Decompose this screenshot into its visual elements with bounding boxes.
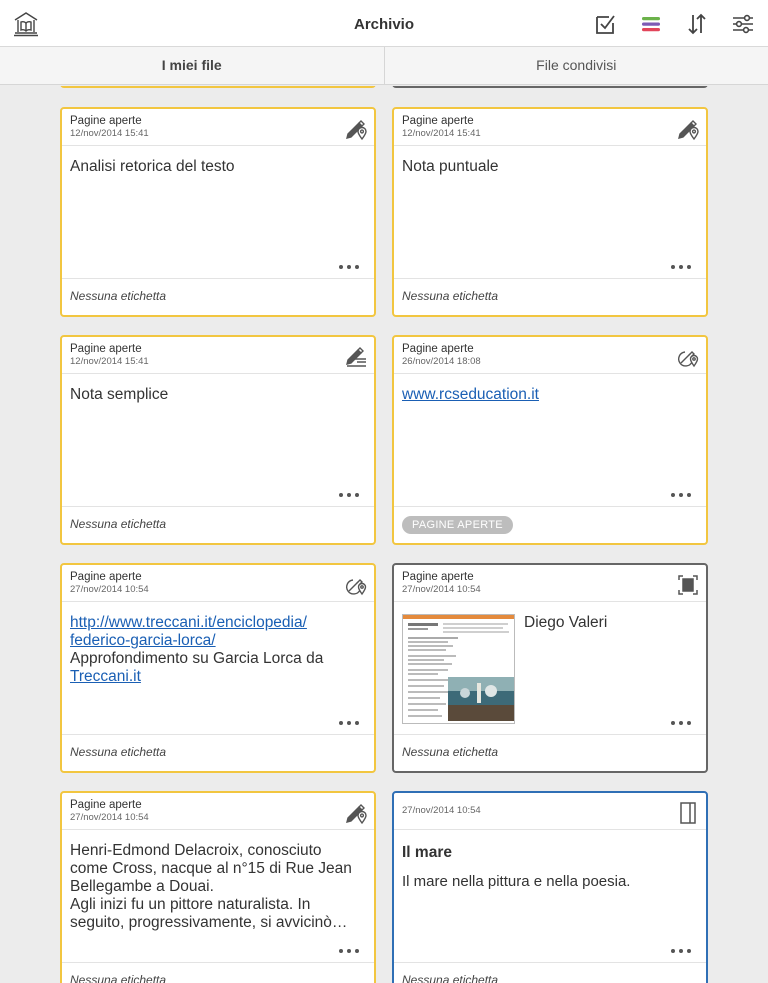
link-url-continued[interactable]: federico-garcia-lorca/ [70,632,216,649]
snapshot-card[interactable]: Pagine aperte 27/nov/2014 10:54 Diego Va… [392,563,708,773]
card-body: Il mare Il mare nella pittura e nella po… [394,830,706,962]
card-body: www.rcseducation.it [394,374,706,506]
card-source: Pagine aperte [70,115,142,127]
color-filter-icon[interactable] [637,10,665,38]
card-header: Pagine aperte 12/nov/2014 15:41 [394,109,706,146]
treccani-link[interactable]: Treccani.it [70,668,141,685]
sort-icon[interactable] [683,10,711,38]
card-footer: PAGINE APERTE [394,506,706,543]
tag-badge[interactable]: PAGINE APERTE [402,516,513,534]
top-bar: Archivio [0,0,768,47]
note-card[interactable]: Pagine aperte 12/nov/2014 15:41 Nota pun… [392,107,708,317]
more-options-icon[interactable] [670,264,692,270]
card-footer: Nessuna etichetta [62,734,374,771]
card-date: 27/nov/2014 10:54 [70,584,149,595]
card-header: Pagine aperte 27/nov/2014 10:54 [394,565,706,602]
more-options-icon[interactable] [670,948,692,954]
notebook-title: Il mare [402,844,452,861]
note-text-line: Bellegambe a Douai. [70,878,214,895]
notebook-icon [680,802,696,824]
link-url[interactable]: www.rcseducation.it [402,386,539,403]
card-body: Analisi retorica del testo [62,146,374,278]
link-url[interactable]: http://www.treccani.it/enciclopedia/ [70,614,307,631]
note-text: Approfondimento su Garcia Lorca da [70,650,324,667]
more-options-icon[interactable] [338,720,360,726]
note-text: Analisi retorica del testo [70,158,235,175]
note-card[interactable]: Pagine aperte 27/nov/2014 10:54 Henri-Ed… [60,791,376,983]
card-source: Pagine aperte [402,571,474,583]
card-header: Pagine aperte 12/nov/2014 15:41 [62,337,374,374]
filter-settings-icon[interactable] [729,10,757,38]
card-footer: Nessuna etichetta [394,278,706,315]
more-options-icon[interactable] [670,720,692,726]
card-source: Pagine aperte [402,115,474,127]
card-body: http://www.treccani.it/enciclopedia/ fed… [62,602,374,734]
pen-location-icon [346,804,367,825]
card-footer: Nessuna etichetta [62,962,374,983]
card-date: 12/nov/2014 15:41 [70,356,149,367]
more-options-icon[interactable] [670,492,692,498]
card-date: 12/nov/2014 15:41 [402,128,481,139]
card-header: Pagine aperte 26/nov/2014 18:08 [394,337,706,374]
notebook-card[interactable]: 27/nov/2014 10:54 Il mare Il mare nella … [392,791,708,983]
card-date: 26/nov/2014 18:08 [402,356,481,367]
card-date: 12/nov/2014 15:41 [70,128,149,139]
partial-card[interactable] [392,86,708,88]
more-options-icon[interactable] [338,264,360,270]
link-location-icon [677,351,699,368]
card-body: Henri-Edmond Delacroix, conosciuto come … [62,830,374,962]
note-card[interactable]: Pagine aperte 12/nov/2014 15:41 Nota sem… [60,335,376,545]
card-body: Diego Valeri [394,602,706,734]
card-date: 27/nov/2014 10:54 [402,584,481,595]
card-footer: Nessuna etichetta [394,962,706,983]
card-footer: Nessuna etichetta [62,278,374,315]
partial-card[interactable] [60,86,376,88]
note-text-line: seguito, progressivamente, si avvicinò… [70,914,348,931]
tab-my-files[interactable]: I miei file [0,47,385,84]
card-source: Pagine aperte [70,343,142,355]
note-text-line: Henri-Edmond Delacroix, conosciuto [70,842,322,859]
note-card[interactable]: Pagine aperte 12/nov/2014 15:41 Analisi … [60,107,376,317]
note-text: Nota puntuale [402,158,499,175]
card-source: Pagine aperte [402,343,474,355]
tab-shared-files[interactable]: File condivisi [385,47,768,84]
card-date: 27/nov/2014 10:54 [402,805,481,816]
pen-location-icon [346,120,367,141]
link-location-icon [345,579,367,596]
card-source: Pagine aperte [70,799,142,811]
card-date: 27/nov/2014 10:54 [70,812,149,823]
more-options-icon[interactable] [338,948,360,954]
link-card[interactable]: Pagine aperte 26/nov/2014 18:08 www.rcse… [392,335,708,545]
more-options-icon[interactable] [338,492,360,498]
note-text-line: Agli inizi fu un pittore naturalista. In [70,896,311,913]
pen-lines-icon [346,347,366,367]
card-footer: Nessuna etichetta [394,734,706,771]
note-text: Nota semplice [70,386,169,403]
card-header: Pagine aperte 27/nov/2014 10:54 [62,565,374,602]
link-card[interactable]: Pagine aperte 27/nov/2014 10:54 http://w… [60,563,376,773]
pen-location-icon [678,120,699,141]
screenshot-icon [678,575,698,595]
select-checkbox-icon[interactable] [591,10,619,38]
card-source: Pagine aperte [70,571,142,583]
page-thumbnail[interactable] [402,614,515,724]
card-header: Pagine aperte 27/nov/2014 10:54 [62,793,374,830]
snapshot-title: Diego Valeri [524,614,608,631]
card-footer: Nessuna etichetta [62,506,374,543]
notebook-description: Il mare nella pittura e nella poesia. [402,873,631,890]
card-body: Nota semplice [62,374,374,506]
archive-grid: Pagine aperte 12/nov/2014 15:41 Analisi … [0,86,768,983]
tab-bar: I miei file File condivisi [0,47,768,85]
card-header: 27/nov/2014 10:54 [394,793,706,830]
card-header: Pagine aperte 12/nov/2014 15:41 [62,109,374,146]
card-body: Nota puntuale [394,146,706,278]
note-text-line: come Cross, nacque al n°15 di Rue Jean [70,860,352,877]
